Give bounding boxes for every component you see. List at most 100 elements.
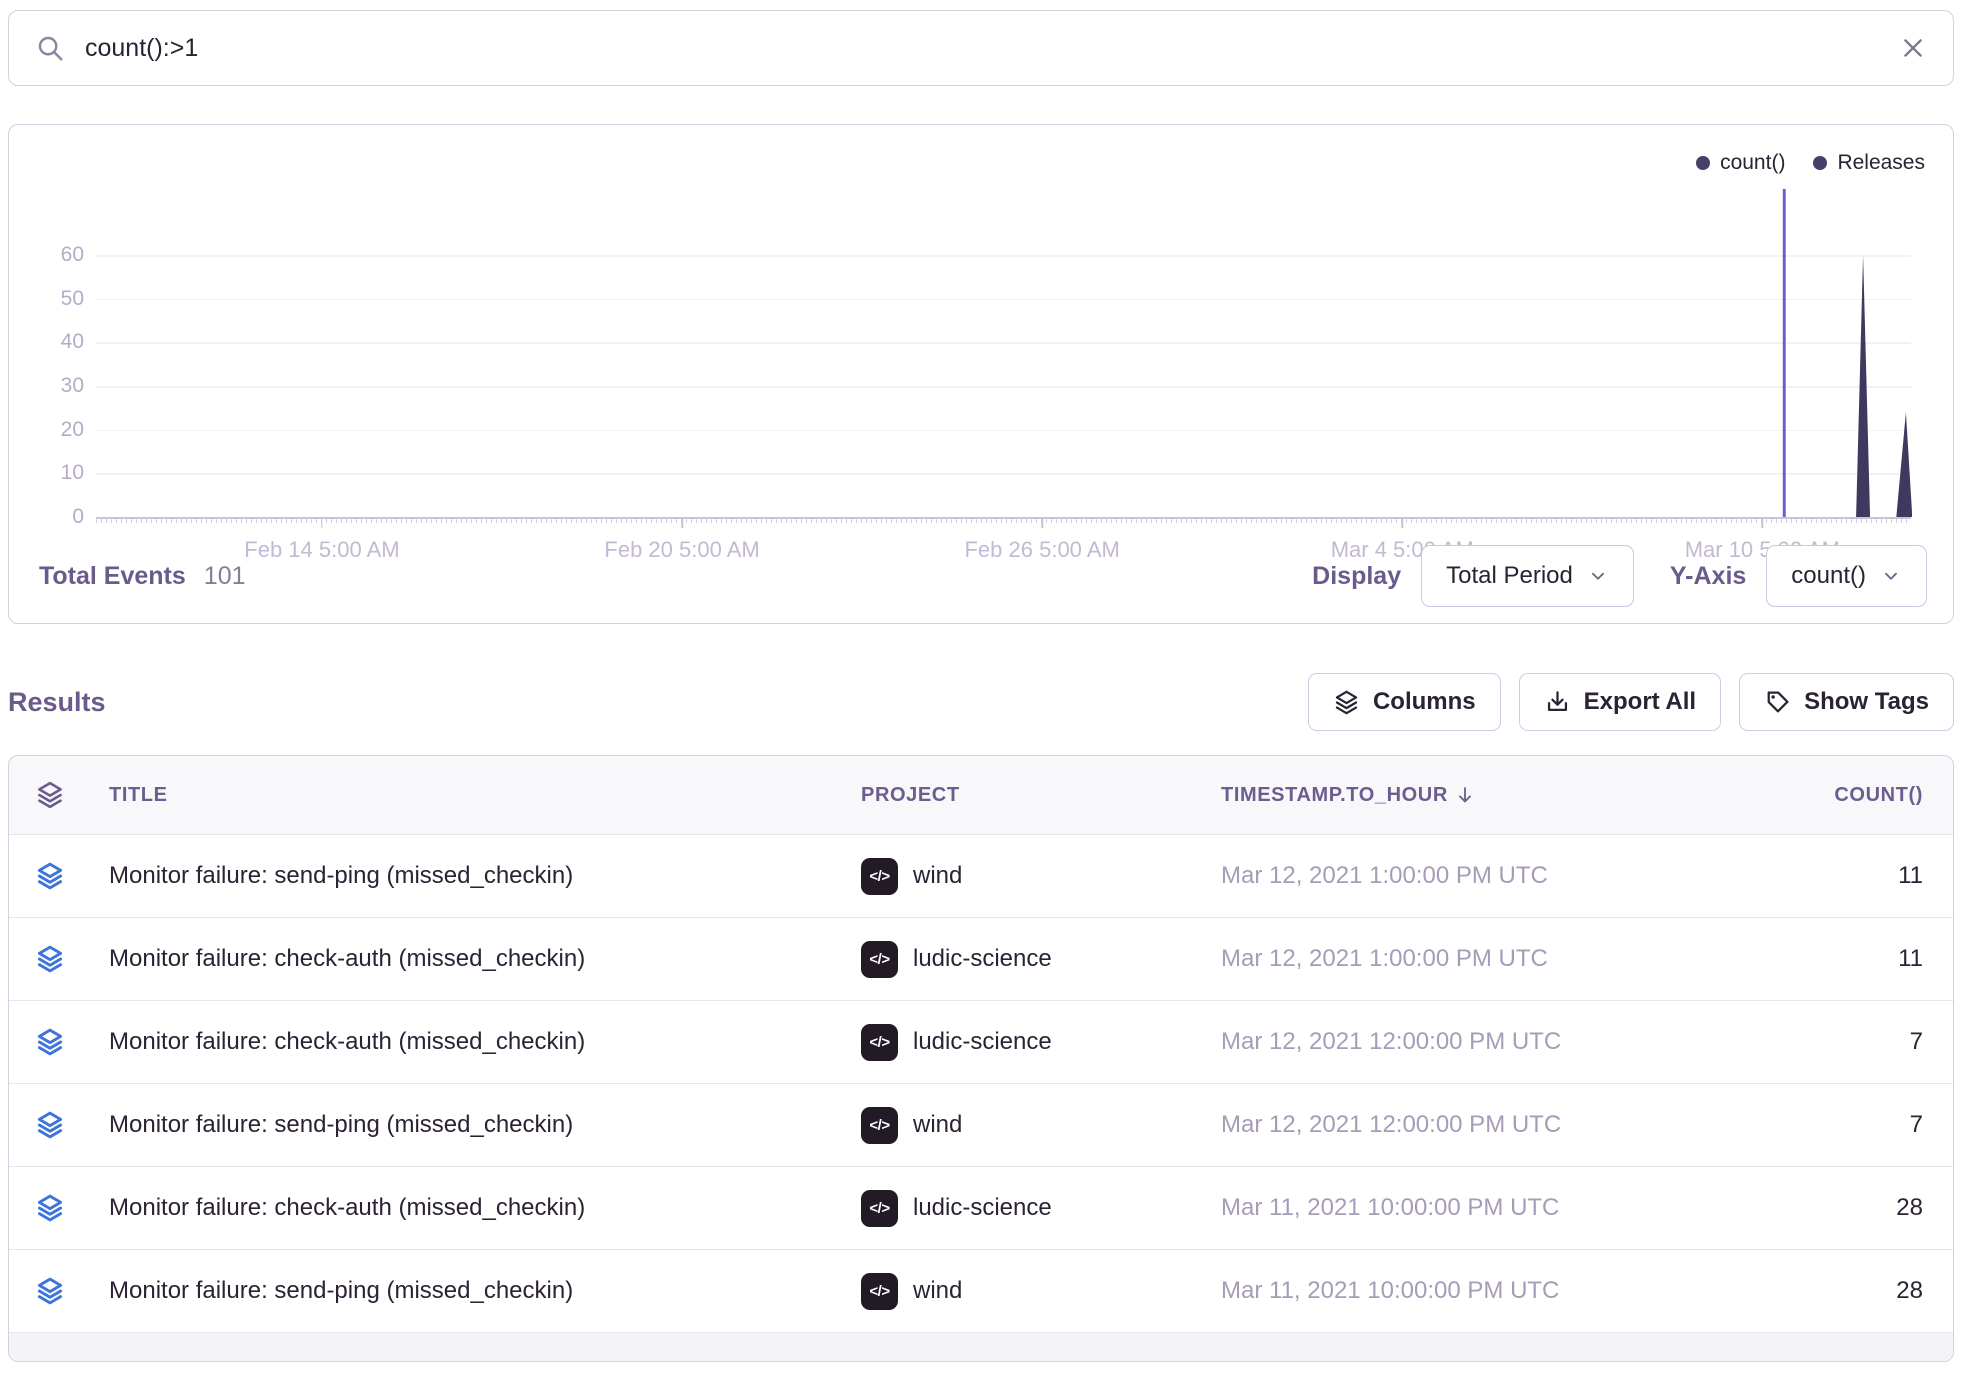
table-footer (9, 1333, 1953, 1361)
total-events: Total Events 101 (39, 562, 246, 591)
stack-icon[interactable] (9, 1110, 91, 1140)
legend-dot (1696, 156, 1710, 170)
stack-icon[interactable] (9, 1193, 91, 1223)
columns-button-label: Columns (1373, 688, 1476, 716)
display-dropdown[interactable]: Total Period (1421, 545, 1634, 607)
chevron-down-icon (1880, 565, 1902, 587)
row-timestamp: Mar 11, 2021 10:00:00 PM UTC (1221, 1194, 1701, 1222)
search-input[interactable] (83, 33, 1899, 64)
project-name: wind (913, 1277, 962, 1305)
project-platform-icon: </> (861, 1107, 898, 1144)
row-title[interactable]: Monitor failure: send-ping (missed_check… (91, 1277, 861, 1305)
y-gridline (96, 255, 1911, 257)
y-gridline (96, 430, 1911, 432)
row-title[interactable]: Monitor failure: check-auth (missed_chec… (91, 1028, 861, 1056)
chart-footer: Total Events 101 Display Total Period Y-… (39, 543, 1927, 609)
row-title[interactable]: Monitor failure: check-auth (missed_chec… (91, 1194, 861, 1222)
stack-icon[interactable] (9, 861, 91, 891)
chart-legend: count() Releases (1696, 151, 1925, 175)
stack-icon[interactable] (9, 944, 91, 974)
show-tags-button-label: Show Tags (1804, 688, 1929, 716)
stack-icon[interactable] (9, 780, 91, 810)
export-all-button[interactable]: Export All (1519, 673, 1721, 731)
project-platform-icon: </> (861, 858, 898, 895)
export-all-button-label: Export All (1584, 688, 1696, 716)
display-label: Display (1312, 562, 1401, 591)
legend-label: count() (1720, 151, 1785, 175)
row-count: 11 (1701, 945, 1953, 973)
y-axis-tick-label: 10 (14, 460, 84, 486)
close-icon[interactable] (1899, 34, 1927, 62)
stack-icon[interactable] (9, 1027, 91, 1057)
column-header-project[interactable]: PROJECT (861, 784, 1221, 807)
row-project[interactable]: </> wind (861, 1107, 1221, 1144)
x-axis-tick (681, 519, 683, 528)
row-title[interactable]: Monitor failure: check-auth (missed_chec… (91, 945, 861, 973)
column-header-count[interactable]: COUNT() (1701, 784, 1953, 807)
project-platform-icon: </> (861, 1273, 898, 1310)
y-gridline (96, 473, 1911, 475)
stack-icon[interactable] (9, 1276, 91, 1306)
y-axis-dropdown[interactable]: count() (1766, 545, 1927, 607)
row-title[interactable]: Monitor failure: send-ping (missed_check… (91, 1111, 861, 1139)
row-title[interactable]: Monitor failure: send-ping (missed_check… (91, 862, 861, 890)
show-tags-button[interactable]: Show Tags (1739, 673, 1954, 731)
legend-label: Releases (1837, 151, 1925, 175)
table-row[interactable]: Monitor failure: check-auth (missed_chec… (9, 918, 1953, 1001)
row-project[interactable]: </> wind (861, 1273, 1221, 1310)
search-icon (35, 33, 65, 63)
row-timestamp: Mar 12, 2021 12:00:00 PM UTC (1221, 1111, 1701, 1139)
row-project[interactable]: </> ludic-science (861, 941, 1221, 978)
row-count: 11 (1701, 862, 1953, 890)
results-table: TITLE PROJECT TIMESTAMP.TO_HOUR COUNT() (8, 755, 1954, 1362)
column-header-title[interactable]: TITLE (91, 784, 861, 807)
column-header-timestamp[interactable]: TIMESTAMP.TO_HOUR (1221, 784, 1701, 807)
count-series-spike (1896, 412, 1912, 517)
table-header: TITLE PROJECT TIMESTAMP.TO_HOUR COUNT() (9, 756, 1953, 835)
tag-icon (1764, 689, 1791, 716)
project-name: wind (913, 1111, 962, 1139)
y-axis-dropdown-value: count() (1791, 562, 1866, 590)
y-axis-tick-label: 0 (14, 504, 84, 530)
chart-controls: Display Total Period Y-Axis count() (1312, 545, 1927, 607)
project-name: ludic-science (913, 1194, 1052, 1222)
row-project[interactable]: </> wind (861, 858, 1221, 895)
project-platform-icon: </> (861, 1190, 898, 1227)
row-count: 7 (1701, 1111, 1953, 1139)
table-row[interactable]: Monitor failure: check-auth (missed_chec… (9, 1167, 1953, 1250)
layers-icon (1333, 689, 1360, 716)
discover-page: count() Releases 0102030405060Feb 14 5:0… (0, 0, 1962, 1374)
legend-item-count[interactable]: count() (1696, 151, 1785, 175)
table-row[interactable]: Monitor failure: send-ping (missed_check… (9, 1250, 1953, 1333)
project-name: ludic-science (913, 1028, 1052, 1056)
y-axis-tick-label: 30 (14, 373, 84, 399)
display-dropdown-value: Total Period (1446, 562, 1573, 590)
project-platform-icon: </> (861, 1024, 898, 1061)
release-marker-line (1783, 189, 1786, 517)
x-axis-tick (1041, 519, 1043, 528)
results-heading: Results (8, 687, 106, 718)
y-axis-tick-label: 20 (14, 417, 84, 443)
row-timestamp: Mar 12, 2021 12:00:00 PM UTC (1221, 1028, 1701, 1056)
x-axis-minor-ticks (96, 519, 1911, 523)
row-timestamp: Mar 12, 2021 1:00:00 PM UTC (1221, 945, 1701, 973)
row-count: 28 (1701, 1277, 1953, 1305)
table-body: Monitor failure: send-ping (missed_check… (9, 835, 1953, 1333)
sort-desc-arrow-icon (1454, 784, 1476, 806)
table-row[interactable]: Monitor failure: send-ping (missed_check… (9, 835, 1953, 918)
table-row[interactable]: Monitor failure: check-auth (missed_chec… (9, 1001, 1953, 1084)
columns-button[interactable]: Columns (1308, 673, 1501, 731)
table-row[interactable]: Monitor failure: send-ping (missed_check… (9, 1084, 1953, 1167)
chart-plot: 0102030405060Feb 14 5:00 AMFeb 20 5:00 A… (96, 189, 1911, 518)
results-header-row: Results Columns Export All (8, 672, 1954, 732)
chart-panel: count() Releases 0102030405060Feb 14 5:0… (8, 124, 1954, 624)
results-buttons: Columns Export All Show Tags (1308, 673, 1954, 731)
row-project[interactable]: </> ludic-science (861, 1190, 1221, 1227)
y-gridline (96, 386, 1911, 388)
download-icon (1544, 689, 1571, 716)
row-project[interactable]: </> ludic-science (861, 1024, 1221, 1061)
total-events-label: Total Events (39, 562, 186, 591)
row-count: 7 (1701, 1028, 1953, 1056)
legend-item-releases[interactable]: Releases (1813, 151, 1925, 175)
x-axis-tick (1762, 519, 1764, 528)
